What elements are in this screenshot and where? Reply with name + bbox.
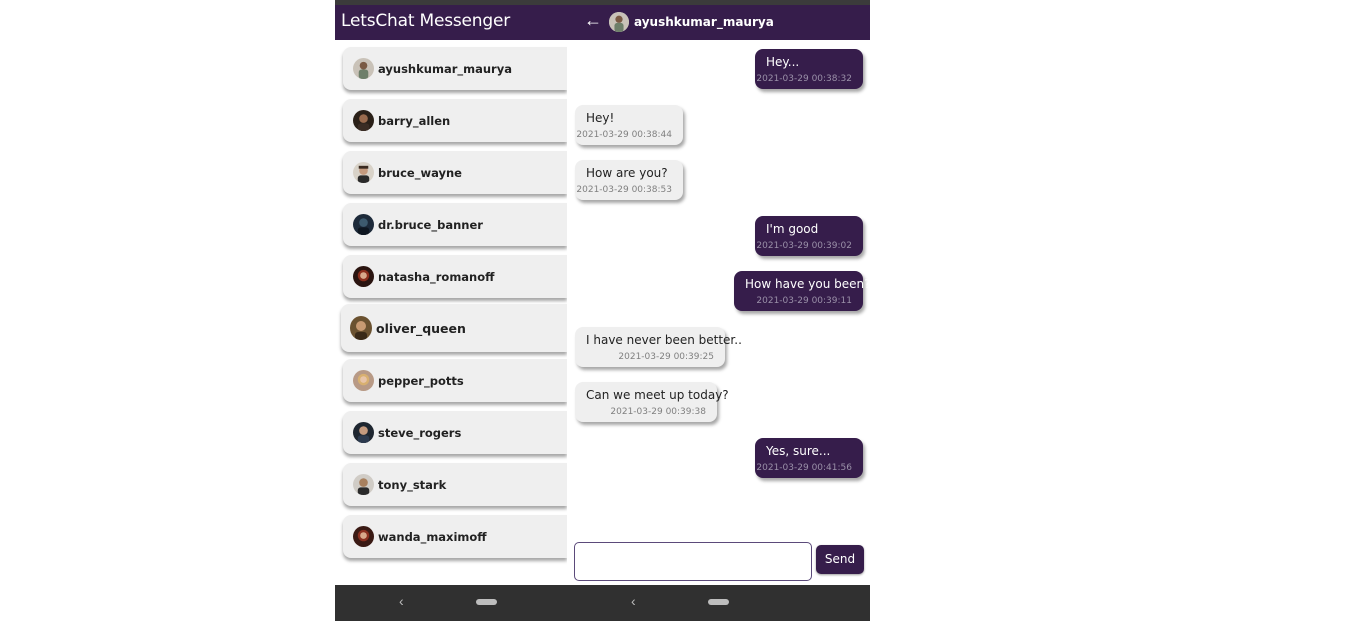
- avatar: [353, 214, 374, 235]
- chat-contact-name[interactable]: ayushkumar_maurya: [634, 15, 774, 29]
- nav-home-icon[interactable]: [476, 599, 497, 605]
- message-text: How have you been?: [745, 277, 870, 291]
- nav-home-icon[interactable]: [708, 599, 729, 605]
- message-timestamp: 2021-03-29 00:39:25: [618, 352, 714, 362]
- message-timestamp: 2021-03-29 00:39:38: [610, 407, 706, 417]
- contacts-screen: LetsChat Messenger ayushkumar_maurya bar…: [335, 0, 567, 621]
- avatar: [353, 162, 374, 183]
- message-bubble-received[interactable]: Can we meet up today? 2021-03-29 00:39:3…: [575, 382, 729, 422]
- contact-name: ayushkumar_maurya: [378, 62, 512, 76]
- back-arrow-icon[interactable]: ←: [584, 10, 602, 31]
- message-bubble-sent[interactable]: I'm good 2021-03-29 00:39:02: [755, 216, 863, 256]
- contact-item-barry-allen[interactable]: barry_allen: [343, 99, 567, 142]
- message-timestamp: 2021-03-29 00:38:53: [576, 185, 672, 195]
- avatar: [353, 526, 374, 547]
- app-title: LetsChat Messenger: [341, 11, 510, 31]
- contact-item-tony-stark[interactable]: tony_stark: [343, 463, 567, 506]
- avatar: [353, 266, 374, 287]
- avatar: [350, 316, 372, 340]
- message-bubble-received[interactable]: Hey! 2021-03-29 00:38:44: [575, 105, 683, 145]
- contact-name: wanda_maximoff: [378, 530, 487, 544]
- system-nav-bar: ‹: [567, 585, 870, 621]
- avatar[interactable]: [609, 12, 629, 32]
- avatar: [353, 58, 374, 79]
- app-bar: LetsChat Messenger: [335, 5, 567, 40]
- contact-name: tony_stark: [378, 478, 447, 492]
- message-text: Can we meet up today?: [586, 388, 729, 402]
- message-text: Yes, sure...: [766, 444, 831, 458]
- message-bubble-sent[interactable]: Yes, sure... 2021-03-29 00:41:56: [755, 438, 863, 478]
- avatar: [353, 422, 374, 443]
- avatar: [353, 110, 374, 131]
- message-bubble-sent[interactable]: How have you been? 2021-03-29 00:39:11: [734, 271, 870, 311]
- message-timestamp: 2021-03-29 00:39:02: [756, 241, 852, 251]
- message-timestamp: 2021-03-29 00:38:32: [756, 74, 852, 84]
- contact-name: barry_allen: [378, 114, 451, 128]
- avatar: [353, 370, 374, 391]
- contact-name: steve_rogers: [378, 426, 462, 440]
- contact-name: dr.bruce_banner: [378, 218, 483, 232]
- contact-item-pepper-potts[interactable]: pepper_potts: [343, 359, 567, 402]
- message-timestamp: 2021-03-29 00:39:11: [756, 296, 852, 306]
- nav-back-icon[interactable]: ‹: [399, 593, 404, 609]
- contact-item-oliver-queen[interactable]: oliver_queen: [341, 304, 567, 352]
- message-timestamp: 2021-03-29 00:41:56: [756, 463, 852, 473]
- chat-screen: ← ayushkumar_maurya Hey... 2021-03-29 00…: [567, 0, 870, 621]
- nav-back-icon[interactable]: ‹: [631, 593, 636, 609]
- message-text: I'm good: [766, 222, 819, 236]
- contact-item-dr-bruce-banner[interactable]: dr.bruce_banner: [343, 203, 567, 246]
- system-nav-bar: ‹: [335, 585, 567, 621]
- chat-app-bar: ← ayushkumar_maurya: [567, 5, 870, 40]
- avatar: [353, 474, 374, 495]
- send-button[interactable]: Send: [816, 545, 864, 574]
- contact-item-bruce-wayne[interactable]: bruce_wayne: [343, 151, 567, 194]
- message-timestamp: 2021-03-29 00:38:44: [576, 130, 672, 140]
- contact-name: natasha_romanoff: [378, 270, 495, 284]
- contact-name: pepper_potts: [378, 374, 464, 388]
- contact-name: bruce_wayne: [378, 166, 462, 180]
- message-text: I have never been better..: [586, 333, 742, 347]
- message-text: Hey...: [766, 55, 800, 69]
- contact-name: oliver_queen: [376, 321, 466, 336]
- message-bubble-received[interactable]: How are you? 2021-03-29 00:38:53: [575, 160, 683, 200]
- contact-item-natasha-romanoff[interactable]: natasha_romanoff: [343, 255, 567, 298]
- contact-item-wanda-maximoff[interactable]: wanda_maximoff: [343, 515, 567, 558]
- contact-item-ayushkumar-maurya[interactable]: ayushkumar_maurya: [343, 47, 567, 90]
- message-input[interactable]: [574, 542, 812, 581]
- message-bubble-received[interactable]: I have never been better.. 2021-03-29 00…: [575, 327, 742, 367]
- message-text: How are you?: [586, 166, 668, 180]
- contact-item-steve-rogers[interactable]: steve_rogers: [343, 411, 567, 454]
- message-text: Hey!: [586, 111, 615, 125]
- message-bubble-sent[interactable]: Hey... 2021-03-29 00:38:32: [755, 49, 863, 89]
